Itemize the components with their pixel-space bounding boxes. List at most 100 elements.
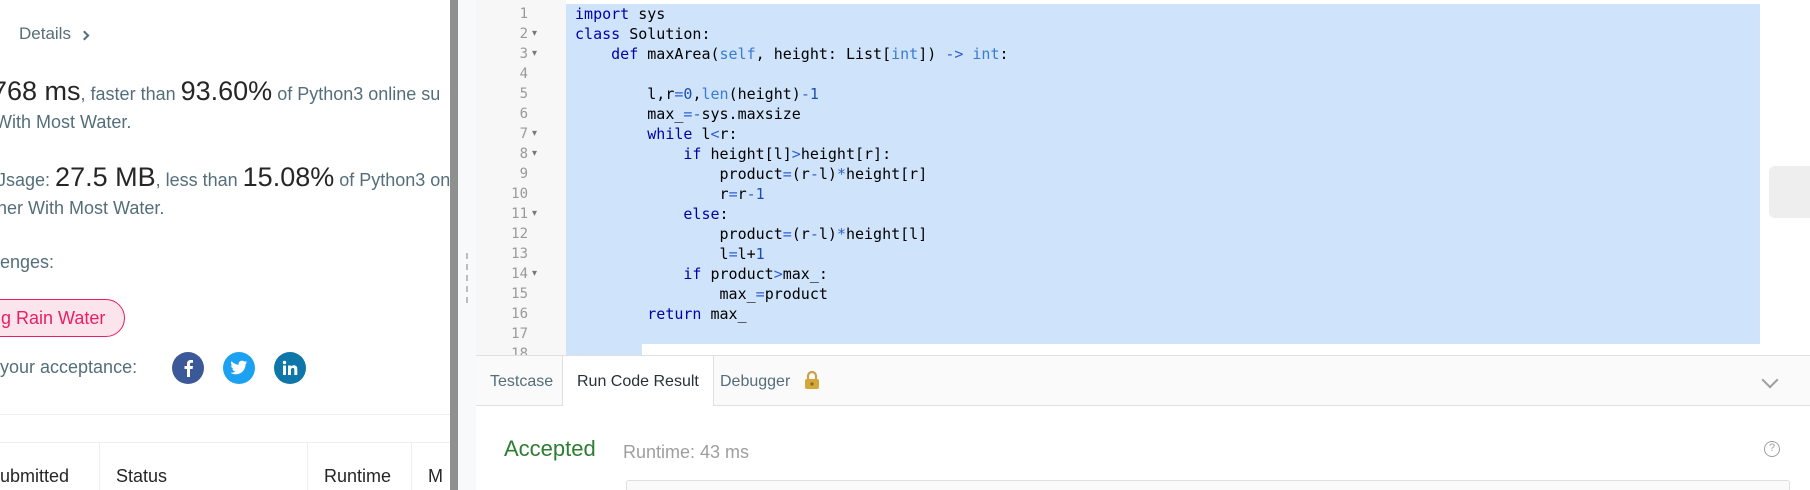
memory-mid: , less than: [155, 170, 243, 190]
text-selection-tail: [566, 344, 642, 355]
code-line[interactable]: product=(r-l)*height[r]: [566, 164, 928, 184]
line-number: 8: [519, 146, 528, 162]
runtime-problem-name: With Most Water.: [0, 112, 132, 132]
fold-toggle-icon[interactable]: ▾: [532, 44, 546, 64]
line-number: 7: [519, 126, 528, 142]
splitter-gutter: [458, 0, 476, 490]
fold-toggle-icon: [532, 164, 546, 184]
fold-toggle-icon: [532, 324, 546, 344]
col-runtime[interactable]: Runtime: [308, 443, 412, 490]
fold-toggle-icon: [532, 284, 546, 304]
code-line[interactable]: class Solution:: [566, 24, 710, 44]
code-line[interactable]: [566, 64, 575, 84]
fold-toggle-icon: [532, 224, 546, 244]
fold-toggle-icon: [532, 244, 546, 264]
line-number: 14: [511, 266, 528, 282]
code-line[interactable]: while l<r:: [566, 124, 737, 144]
line-number: 9: [519, 166, 528, 182]
result-runtime: Runtime: 43 ms: [623, 442, 750, 462]
fold-toggle-icon[interactable]: ▾: [532, 124, 546, 144]
memory-tail: of Python3 on: [334, 170, 450, 190]
runtime-tail: of Python3 online su: [272, 84, 441, 104]
code-line[interactable]: return max_: [566, 304, 746, 324]
fold-toggle-icon: [532, 4, 546, 24]
code-line[interactable]: l,r=0,len(height)-1: [566, 84, 819, 104]
runtime-percent: 93.60%: [180, 76, 273, 106]
console-tabs: Testcase Run Code Result Debugger: [476, 356, 1810, 407]
fold-toggle-icon: [532, 64, 546, 84]
line-number: 18: [511, 346, 528, 356]
code-line[interactable]: import sys: [566, 4, 665, 24]
line-number: 4: [519, 66, 528, 82]
tab-run-code-result[interactable]: Run Code Result: [562, 356, 714, 407]
fold-toggle-icon[interactable]: ▾: [532, 144, 546, 164]
fold-toggle-icon: [532, 84, 546, 104]
help-icon[interactable]: ?: [1764, 441, 1780, 457]
line-number: 3: [519, 46, 528, 62]
code-line[interactable]: product=(r-l)*height[l]: [566, 224, 928, 244]
lock-icon: [804, 370, 819, 389]
share-label: your acceptance:: [0, 357, 138, 377]
panel-splitter[interactable]: [450, 0, 458, 490]
output-box: [626, 480, 1790, 490]
code-line[interactable]: r=r-1: [566, 184, 765, 204]
submissions-table-header: ubmitted Status Runtime M: [0, 442, 450, 490]
fold-toggle-icon: [532, 344, 546, 355]
runtime-stat: 768 ms, faster than 93.60% of Python3 on…: [0, 76, 440, 107]
fold-toggle-icon[interactable]: ▾: [532, 24, 546, 44]
line-number-gutter: 1 2 ▾ 3 ▾ 4 5 6 7 ▾ 8 ▾ 9 10 11 ▾ 12 13 14 ▾ 15 16 17 18: [476, 0, 566, 356]
line-number: 12: [511, 226, 528, 242]
code-line[interactable]: l=l+1: [566, 244, 765, 264]
drag-handle-icon[interactable]: [466, 253, 470, 313]
code-line[interactable]: [566, 344, 575, 355]
details-label: Details: [19, 24, 71, 43]
code-line[interactable]: if product>max_:: [566, 264, 828, 284]
line-number: 13: [511, 246, 528, 262]
col-time-submitted[interactable]: ubmitted: [0, 443, 100, 490]
col-status[interactable]: Status: [100, 443, 308, 490]
line-number: 5: [519, 86, 528, 102]
line-number: 15: [511, 286, 528, 302]
tab-testcase[interactable]: Testcase: [476, 356, 567, 406]
line-number: 1: [519, 6, 528, 22]
tab-debugger-label: Debugger: [720, 373, 791, 390]
code-line[interactable]: if height[l]>height[r]:: [566, 144, 891, 164]
line-number: 6: [519, 106, 528, 122]
expand-icon[interactable]: [1769, 166, 1810, 218]
code-line[interactable]: def maxArea(self, height: List[int]) -> …: [566, 44, 1008, 64]
code-line[interactable]: max_=product: [566, 284, 828, 304]
section-divider: [0, 414, 450, 415]
tab-debugger[interactable]: Debugger: [706, 356, 835, 406]
details-link[interactable]: Details: [19, 24, 90, 44]
runtime-value: 768 ms: [0, 76, 81, 106]
runtime-mid: , faster than: [80, 84, 181, 104]
code-editor[interactable]: 1 2 ▾ 3 ▾ 4 5 6 7 ▾ 8 ▾ 9 10 11 ▾ 12 13 14 ▾ 15 16 17 18 import…: [476, 0, 1810, 356]
col-memory[interactable]: M: [412, 443, 450, 490]
code-line[interactable]: [566, 324, 575, 344]
submission-detail-panel: Details 768 ms, faster than 93.60% of Py…: [0, 0, 450, 490]
fold-toggle-icon[interactable]: ▾: [532, 204, 546, 224]
chevron-right-icon: [79, 30, 90, 40]
fold-toggle-icon: [532, 104, 546, 124]
fold-toggle-icon[interactable]: ▾: [532, 264, 546, 284]
memory-percent: 15.08%: [242, 162, 335, 192]
line-number: 16: [511, 306, 528, 322]
chevron-down-icon[interactable]: [1761, 371, 1779, 389]
memory-stat: Jsage: 27.5 MB, less than 15.08% of Pyth…: [0, 162, 450, 193]
memory-value: 27.5 MB: [55, 162, 156, 192]
twitter-icon[interactable]: [223, 352, 255, 384]
result-status: Accepted: [504, 436, 596, 461]
run-result-panel: Accepted Runtime: 43 ms ?: [476, 406, 1810, 490]
line-number: 10: [511, 186, 528, 202]
code-line[interactable]: max_=-sys.maxsize: [566, 104, 801, 124]
fold-toggle-icon: [532, 304, 546, 324]
line-number: 17: [511, 326, 528, 342]
linkedin-icon[interactable]: [274, 352, 306, 384]
memory-problem-name: ner With Most Water.: [0, 198, 165, 218]
memory-prefix: Jsage:: [0, 170, 56, 190]
line-number: 11: [511, 206, 528, 222]
code-line[interactable]: else:: [566, 204, 728, 224]
facebook-icon[interactable]: [172, 352, 204, 384]
challenge-tag[interactable]: g Rain Water: [0, 299, 126, 337]
fold-toggle-icon: [532, 184, 546, 204]
